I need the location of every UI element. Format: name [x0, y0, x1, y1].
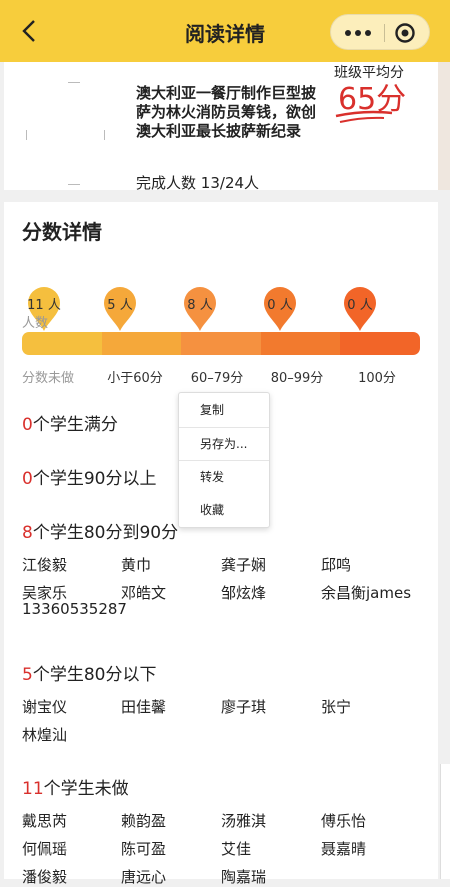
group-count: 11: [22, 779, 44, 799]
mini-program-capsule: [330, 14, 430, 50]
menu-item-favorite[interactable]: 收藏: [179, 494, 269, 527]
student-name[interactable]: 聂嘉晴: [321, 838, 366, 859]
pin-count-label: 5 人: [107, 298, 133, 313]
completion-count: 完成人数 13/24人: [136, 172, 259, 193]
group-label: 个学生80分以下: [32, 665, 157, 685]
pin-count-label: 0 人: [347, 298, 373, 313]
group-count: 5: [22, 665, 33, 685]
student-name[interactable]: 龚子娴: [221, 554, 266, 575]
count-pin: 0 人: [342, 286, 378, 332]
student-name[interactable]: 陈可盈: [121, 838, 166, 859]
student-name[interactable]: 艾佳: [221, 838, 251, 859]
student-name[interactable]: 汤雅淇: [221, 810, 266, 831]
group-label: 个学生80分到90分: [32, 523, 179, 543]
group-title: 11个学生未做: [22, 774, 129, 799]
side-strip: [440, 764, 450, 879]
pin-count-label: 11 人: [27, 298, 61, 313]
student-name[interactable]: 黄巾: [121, 554, 151, 575]
student-name[interactable]: 赖韵盈: [121, 810, 166, 831]
group-label: 个学生90分以上: [32, 469, 157, 489]
bucket-label: 100分: [358, 371, 396, 386]
student-name[interactable]: 傅乐怡: [321, 810, 366, 831]
student-name[interactable]: 潘俊毅: [22, 866, 67, 887]
bucket-label: 80–99分: [270, 371, 324, 386]
student-name[interactable]: 江俊毅: [22, 554, 67, 575]
student-name[interactable]: 邱鸣: [321, 554, 351, 575]
student-name[interactable]: 田佳馨: [121, 696, 166, 717]
mini-program-close-icon[interactable]: [394, 22, 416, 44]
bar-segment: [181, 332, 261, 355]
nav-bar: 阅读详情: [0, 0, 450, 62]
group-count: 0: [22, 469, 33, 489]
group-title: 0个学生满分: [22, 410, 118, 435]
bucket-label: 小于60分: [107, 371, 163, 386]
completion-value: 13/24人: [200, 174, 260, 192]
student-name[interactable]: 何佩瑶: [22, 838, 67, 859]
count-pin: 0 人: [262, 286, 298, 332]
score-underline-decoration: [335, 110, 393, 123]
completion-label: 完成人数: [136, 174, 197, 192]
student-name[interactable]: 张宁: [321, 696, 351, 717]
count-pin: 5 人: [102, 286, 138, 332]
student-name[interactable]: 谢宝仪: [22, 696, 67, 717]
group-label: 个学生满分: [32, 415, 118, 435]
student-name[interactable]: 林煌汕: [22, 724, 67, 745]
score-distribution-bar: [22, 332, 420, 355]
student-name[interactable]: 13360535287: [22, 600, 127, 618]
article-card[interactable]: 澳大利亚一餐厅制作巨型披萨为林火消防员筹钱，欲创澳大利亚最长披萨新纪录 完成人数…: [4, 62, 438, 193]
student-name[interactable]: 廖子琪: [221, 696, 266, 717]
group-count: 0: [22, 415, 33, 435]
capsule-divider: [384, 24, 385, 42]
bucket-label: 分数未做: [22, 371, 75, 386]
menu-item-copy[interactable]: 复制: [179, 394, 269, 427]
bar-segment: [260, 332, 341, 355]
bar-segment: [101, 332, 182, 355]
bar-segment: [22, 332, 102, 355]
more-dots-icon[interactable]: [345, 25, 371, 41]
pin-count-label: 0 人: [267, 298, 293, 313]
student-name[interactable]: 余昌衡james: [321, 582, 411, 603]
student-name[interactable]: 邹炫烽: [221, 582, 266, 603]
group-count: 8: [22, 523, 33, 543]
group-title: 0个学生90分以上: [22, 464, 156, 489]
student-name[interactable]: 戴思芮: [22, 810, 67, 831]
context-menu: 复制 另存为... 转发 收藏: [178, 392, 270, 528]
group-title: 5个学生80分以下: [22, 660, 156, 685]
article-title: 澳大利亚一餐厅制作巨型披萨为林火消防员筹钱，欲创澳大利亚最长披萨新纪录: [136, 84, 317, 140]
section-title: 分数详情: [22, 220, 102, 244]
student-name[interactable]: 邓皓文: [121, 582, 166, 603]
bar-segment: [340, 332, 420, 355]
article-thumbnail: [18, 74, 118, 185]
pin-count-label: 8 人: [187, 298, 213, 313]
count-pin: 8 人: [182, 286, 218, 332]
student-name[interactable]: 唐远心: [121, 866, 166, 887]
menu-item-save-as[interactable]: 另存为...: [179, 428, 269, 461]
score-details-card: 分数详情 11 人 5 人 8 人 0 人 0 人 人数 分数未做 小于60分 60–79分…: [4, 202, 438, 886]
student-name[interactable]: 陶嘉瑞: [221, 866, 266, 887]
side-strip: [438, 62, 450, 190]
group-title: 8个学生80分到90分: [22, 518, 178, 543]
axis-label: 人数: [22, 316, 49, 331]
menu-item-forward[interactable]: 转发: [179, 461, 269, 494]
group-label: 个学生未做: [43, 779, 129, 799]
bucket-label: 60–79分: [190, 371, 244, 386]
